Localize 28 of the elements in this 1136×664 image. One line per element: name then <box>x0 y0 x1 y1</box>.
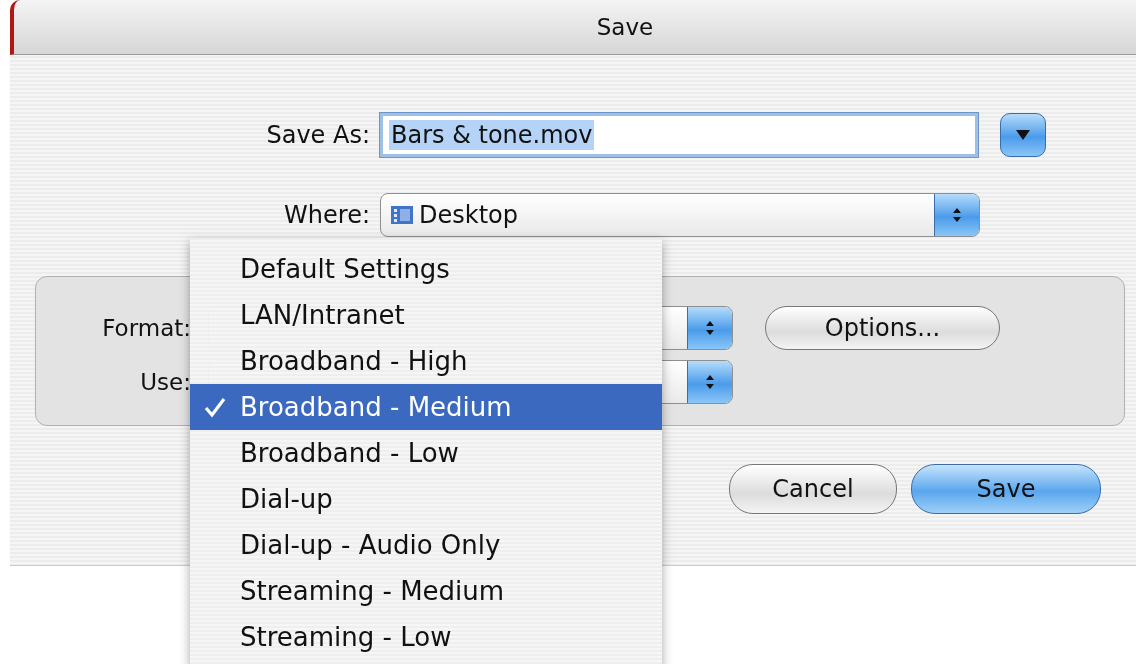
field-label: Use: <box>139 369 191 395</box>
location-value: Desktop <box>419 201 518 229</box>
disclosure-button[interactable] <box>1000 113 1046 157</box>
dialog-button[interactable]: Cancel <box>729 464 897 514</box>
filename-field[interactable]: Bars & tone.mov <box>380 113 978 157</box>
stepper-icon <box>934 194 979 236</box>
menu-item[interactable]: Dial-up <box>190 476 662 522</box>
default-button[interactable]: Save <box>911 464 1101 514</box>
window-title: Save <box>596 14 654 40</box>
menu-item[interactable]: Streaming - Low <box>190 614 662 660</box>
field-label: Save As: <box>265 121 371 149</box>
menu-item[interactable]: Default Settings <box>190 246 662 292</box>
field-label: Format: <box>101 315 191 341</box>
menu-item[interactable]: Dial-up - Audio Only <box>190 522 662 568</box>
stepper-icon <box>687 361 732 403</box>
desktop-icon <box>391 205 413 225</box>
checkmark-icon <box>204 396 226 418</box>
options-button[interactable]: Options... <box>765 306 1000 350</box>
location-popup[interactable]: Desktop <box>380 193 980 237</box>
menu-item[interactable]: Broadband - Low <box>190 430 662 476</box>
menu-item[interactable]: LAN/Intranet <box>190 292 662 338</box>
stepper-icon <box>687 307 732 349</box>
triangle-icon <box>1015 129 1031 141</box>
field-label: Where: <box>283 201 371 229</box>
menu-item[interactable]: Broadband - High <box>190 338 662 384</box>
menu-item[interactable]: Streaming - Medium <box>190 568 662 614</box>
menu-item[interactable]: Broadband - Medium <box>190 384 662 430</box>
filename-text: Bars & tone.mov <box>389 120 595 150</box>
